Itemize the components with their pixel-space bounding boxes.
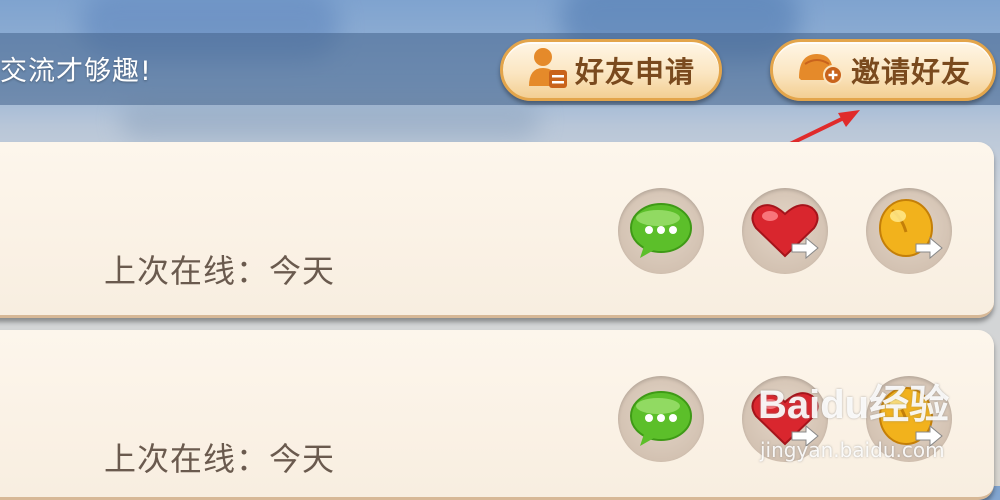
send-bean-button[interactable] xyxy=(866,188,952,274)
person-list-icon xyxy=(527,46,569,94)
chat-button[interactable] xyxy=(618,376,704,462)
background-blur xyxy=(120,100,540,140)
send-bean-icon xyxy=(879,199,943,260)
send-bean-icon xyxy=(879,387,943,448)
chat-icon xyxy=(630,391,692,446)
send-heart-button[interactable] xyxy=(742,188,828,274)
friend-card: 上次在线：今天 xyxy=(0,330,994,500)
send-heart-button[interactable] xyxy=(742,376,828,462)
send-bean-button[interactable] xyxy=(866,376,952,462)
send-heart-icon xyxy=(751,392,819,448)
friend-request-label: 好友申请 xyxy=(574,55,695,89)
friend-card: 上次在线：今天 xyxy=(0,142,994,318)
invite-friend-label: 邀请好友 xyxy=(850,55,971,89)
send-heart-icon xyxy=(751,204,819,260)
last-online-text: 上次在线：今天 xyxy=(104,440,336,478)
invite-friend-button[interactable]: 邀请好友 xyxy=(770,39,996,101)
header-slogan: 交流才够趣! xyxy=(0,56,152,87)
chat-button[interactable] xyxy=(618,188,704,274)
friend-request-button[interactable]: 好友申请 xyxy=(500,39,722,101)
last-online-text: 上次在线：今天 xyxy=(104,252,336,290)
cap-plus-icon xyxy=(795,48,845,92)
chat-icon xyxy=(630,203,692,258)
